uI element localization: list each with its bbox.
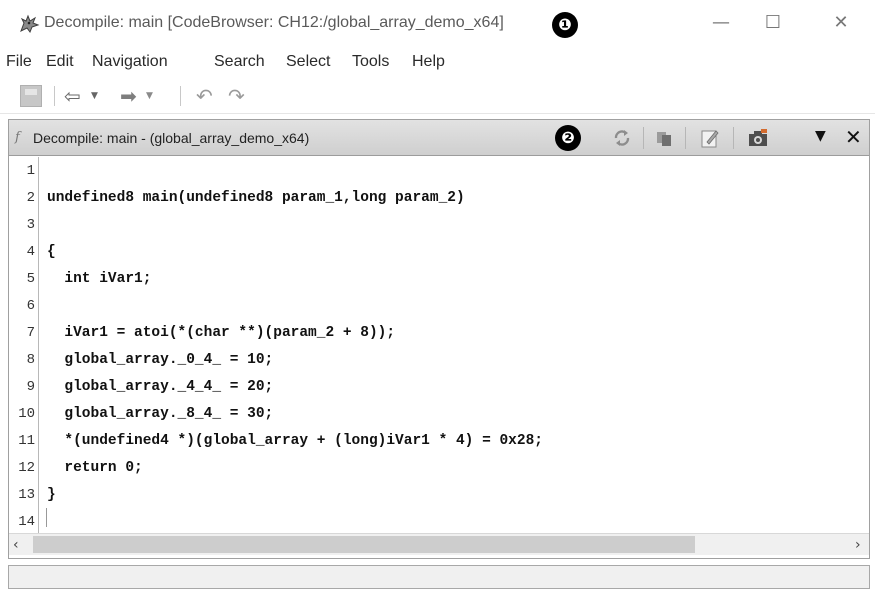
menu-file[interactable]: File [6, 53, 32, 71]
snapshot-icon[interactable] [747, 127, 769, 149]
line-number: 7 [26, 325, 35, 341]
function-icon: f [15, 130, 20, 145]
scroll-left-icon[interactable]: ‹ [13, 537, 19, 553]
line-number: 8 [26, 352, 35, 368]
line-number: 5 [26, 271, 35, 287]
code-line[interactable]: global_array._0_4_ = 10; [47, 352, 273, 368]
code-line[interactable]: undefined8 main(undefined8 param_1,long … [47, 190, 465, 206]
line-number: 12 [18, 460, 35, 476]
header-separator [643, 127, 644, 149]
menu-select[interactable]: Select [286, 53, 330, 71]
window-title: Decompile: main [CodeBrowser: CH12:/glob… [44, 14, 504, 31]
code-line[interactable]: global_array._4_4_ = 20; [47, 379, 273, 395]
title-bar: Decompile: main [CodeBrowser: CH12:/glob… [0, 0, 875, 50]
panel-title: Decompile: main - (global_array_demo_x64… [33, 130, 310, 146]
refresh-icon[interactable] [611, 127, 633, 149]
line-number: 11 [18, 433, 35, 449]
line-number-gutter: 1 2 3 4 5 6 7 8 9 10 11 12 13 14 [9, 157, 39, 533]
menu-dropdown-icon[interactable]: ▼ [815, 128, 826, 144]
code-line[interactable]: iVar1 = atoi(*(char **)(param_2 + 8)); [47, 325, 395, 341]
line-number: 1 [26, 163, 35, 179]
line-number: 4 [26, 244, 35, 260]
maximize-button[interactable]: ☐ [758, 8, 788, 38]
code-line[interactable]: int iVar1; [47, 271, 151, 287]
back-dropdown-icon[interactable]: ▼ [91, 84, 98, 108]
forward-dropdown-icon[interactable]: ▼ [146, 84, 153, 108]
text-cursor [46, 508, 47, 527]
code-line[interactable]: *(undefined4 *)(global_array + (long)iVa… [47, 433, 543, 449]
save-icon[interactable] [20, 85, 42, 107]
panel-header: f Decompile: main - (global_array_demo_x… [9, 120, 869, 156]
undo-icon[interactable]: ↶ [196, 84, 213, 108]
header-separator [685, 127, 686, 149]
menu-bar: File Edit Navigation Search Select Tools… [0, 50, 875, 76]
horizontal-scrollbar[interactable]: ‹ › [9, 533, 869, 555]
callout-2-marker: ❷ [555, 125, 581, 151]
decompile-panel: f Decompile: main - (global_array_demo_x… [8, 119, 870, 559]
line-number: 6 [26, 298, 35, 314]
line-number: 10 [18, 406, 35, 422]
callout-1-marker: ❶ [552, 12, 578, 38]
toolbar-separator [180, 86, 181, 106]
edit-icon[interactable] [699, 127, 721, 149]
code-line[interactable]: return 0; [47, 460, 142, 476]
scroll-right-icon[interactable]: › [855, 537, 861, 553]
code-line[interactable]: global_array._8_4_ = 30; [47, 406, 273, 422]
code-line[interactable]: { [47, 244, 56, 260]
line-number: 13 [18, 487, 35, 503]
status-bar [8, 565, 870, 589]
code-line[interactable]: } [47, 487, 56, 503]
menu-edit[interactable]: Edit [46, 53, 74, 71]
scrollbar-thumb[interactable] [33, 536, 695, 553]
line-number: 14 [18, 514, 35, 530]
main-toolbar: ⇦ ▼ ➡ ▼ ↶ ↷ [0, 78, 875, 114]
menu-search[interactable]: Search [214, 53, 265, 71]
menu-navigation[interactable]: Navigation [92, 53, 168, 71]
back-arrow-icon[interactable]: ⇦ [64, 84, 81, 108]
menu-help[interactable]: Help [412, 53, 445, 71]
code-view[interactable]: 1 2 3 4 5 6 7 8 9 10 11 12 13 14 undefin… [9, 157, 869, 533]
minimize-button[interactable]: — [706, 8, 736, 38]
copy-icon[interactable] [653, 127, 675, 149]
close-icon[interactable]: ✕ [845, 125, 862, 149]
window-close-button[interactable]: ✕ [826, 8, 856, 38]
line-number: 9 [26, 379, 35, 395]
line-number: 2 [26, 190, 35, 206]
line-number: 3 [26, 217, 35, 233]
forward-arrow-icon[interactable]: ➡ [120, 84, 137, 108]
toolbar-separator [54, 86, 55, 106]
header-separator [733, 127, 734, 149]
redo-icon[interactable]: ↷ [228, 84, 245, 108]
ghidra-dragon-icon [20, 14, 40, 34]
menu-tools[interactable]: Tools [352, 53, 389, 71]
